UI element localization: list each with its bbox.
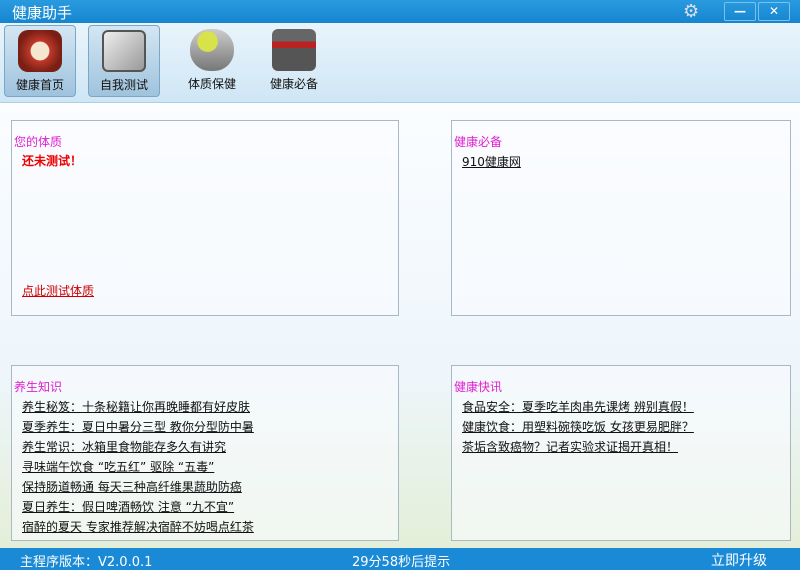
main-content: 您的体质 还未测试！ 点此测试体质 健康必备 910健康网 养生知识 养生秘笈：… [0, 104, 800, 548]
minimize-button[interactable]: — [724, 2, 756, 21]
toolbar: 健康首页 自我测试 体质保健 健康必备 [0, 23, 800, 103]
status-bar: 主程序版本：V2.0.0.1 29分58秒后提示 立即升级 [0, 548, 800, 570]
tab-self-test[interactable]: 自我测试 [88, 25, 160, 97]
knowledge-link[interactable]: 养生常识：冰箱里食物能存多久有讲究 [22, 437, 254, 457]
tab-label: 体质保健 [187, 77, 236, 91]
first-aid-kit-icon [272, 29, 316, 71]
knowledge-link[interactable]: 夏日养生：假日啤酒畅饮 注意 “九不宜” [22, 497, 254, 517]
version-text: 主程序版本：V2.0.0.1 [20, 555, 153, 570]
stethoscope-icon [102, 30, 146, 72]
tab-label: 自我测试 [99, 78, 148, 92]
gear-icon[interactable]: ⚙ [683, 1, 699, 22]
yin-yang-icon [18, 30, 62, 72]
title-bar: 健康助手 ⚙ — ✕ [0, 0, 800, 23]
panel-title: 您的体质 [14, 135, 63, 149]
essentials-panel: 健康必备 910健康网 [451, 120, 791, 316]
constitution-panel: 您的体质 还未测试！ 点此测试体质 [11, 120, 399, 316]
tab-home[interactable]: 健康首页 [4, 25, 76, 97]
essentials-link[interactable]: 910健康网 [462, 152, 521, 172]
news-link[interactable]: 食品安全：夏季吃羊肉串先课烤 辨别真假！ [462, 397, 694, 417]
knowledge-link[interactable]: 寻味端午饮食 “吃五红” 驱除 “五毒” [22, 457, 254, 477]
tab-label: 健康首页 [15, 78, 64, 92]
knowledge-link[interactable]: 保持肠道畅通 每天三种高纤维果蔬助防癌 [22, 477, 254, 497]
knowledge-link[interactable]: 宿醉的夏天 专家推荐解决宿醉不妨喝点红茶 [22, 517, 254, 537]
reminder-timer: 29分58秒后提示 [352, 555, 451, 570]
window-title: 健康助手 [12, 4, 73, 22]
news-panel: 健康快讯 食品安全：夏季吃羊肉串先课烤 辨别真假！ 健康饮食：用塑料碗筷吃饭 女… [451, 365, 791, 541]
panel-title: 健康必备 [454, 135, 503, 149]
tab-essentials[interactable]: 健康必备 [258, 25, 330, 97]
close-button[interactable]: ✕ [758, 2, 790, 21]
tab-constitution[interactable]: 体质保健 [176, 25, 248, 97]
upgrade-button[interactable]: 立即升级 [711, 550, 767, 570]
pear-dumbbell-icon [190, 29, 234, 71]
news-link[interactable]: 茶垢含致癌物？记者实验求证揭开真相！ [462, 437, 694, 457]
panel-title: 健康快讯 [454, 380, 503, 394]
knowledge-link[interactable]: 养生秘笈：十条秘籍让你再晚睡都有好皮肤 [22, 397, 254, 417]
tab-label: 健康必备 [269, 77, 318, 91]
knowledge-link[interactable]: 夏季养生：夏日中暑分三型 教你分型防中暑 [22, 417, 254, 437]
panel-title: 养生知识 [14, 380, 63, 394]
test-constitution-link[interactable]: 点此测试体质 [22, 282, 94, 299]
knowledge-panel: 养生知识 养生秘笈：十条秘籍让你再晚睡都有好皮肤 夏季养生：夏日中暑分三型 教你… [11, 365, 399, 541]
news-link[interactable]: 健康饮食：用塑料碗筷吃饭 女孩更易肥胖？ [462, 417, 694, 437]
constitution-status: 还未测试！ [22, 154, 83, 168]
